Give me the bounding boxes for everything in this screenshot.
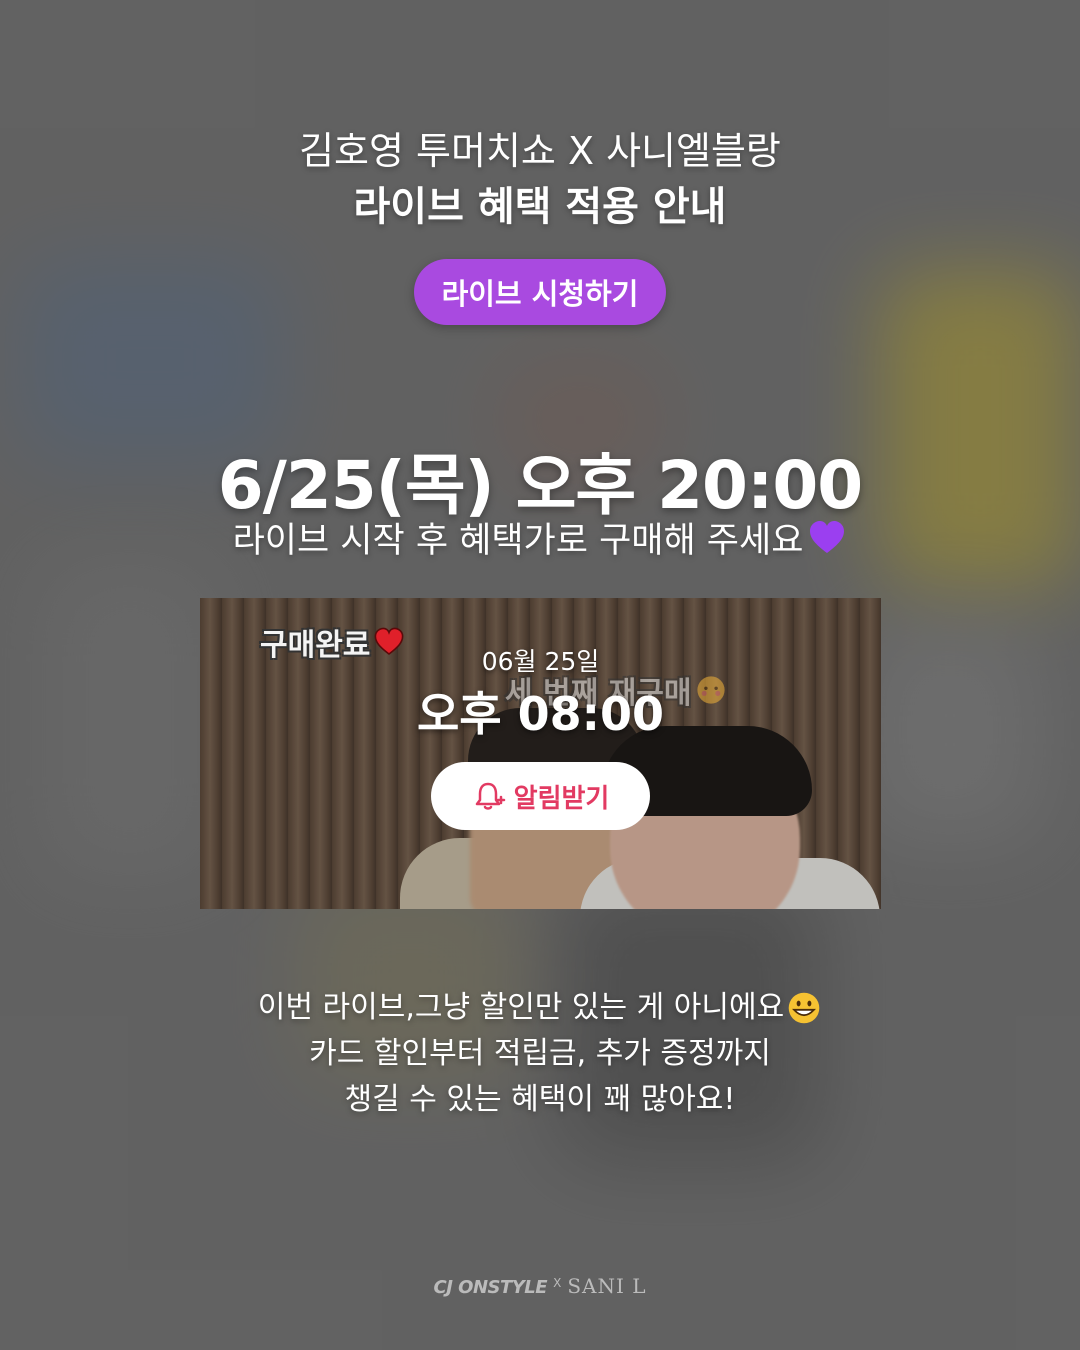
- page-title: 라이브 혜택 적용 안내: [353, 184, 727, 230]
- notify-me-label: 알림받기: [513, 783, 610, 814]
- description-line-3: 챙길 수 있는 혜택이 꽤 많아요!: [344, 1082, 736, 1117]
- brand-footer: CJ ONSTYLE X SANI L: [0, 1274, 1080, 1298]
- description-line-2: 카드 할인부터 적립금, 추가 증정까지: [309, 1036, 771, 1071]
- benefit-description: 이번 라이브,그냥 할인만 있는 게 아니에요 카드 할인부터 적립금, 추가 …: [0, 985, 1080, 1123]
- description-line-1: 이번 라이브,그냥 할인만 있는 게 아니에요: [257, 990, 785, 1025]
- live-note-text: 라이브 시작 후 혜택가로 구매해 주세요: [232, 521, 804, 561]
- grinning-face-icon: [788, 992, 820, 1024]
- broadcast-date: 06월 25일: [481, 647, 600, 676]
- cj-onstyle-logo: CJ ONSTYLE: [433, 1277, 548, 1298]
- watch-live-button[interactable]: 라이브 시청하기: [414, 259, 666, 325]
- purple-heart-icon: [810, 520, 845, 553]
- broadcast-time: 오후 08:00: [416, 687, 665, 741]
- brand-separator: X: [553, 1276, 562, 1290]
- live-note: 라이브 시작 후 혜택가로 구매해 주세요: [0, 512, 1080, 563]
- notify-me-button[interactable]: 알림받기: [431, 762, 650, 830]
- collab-title: 김호영 투머치쇼 X 사니엘블랑: [299, 129, 781, 173]
- sani-l-logo: SANI L: [567, 1274, 647, 1298]
- live-preview-card[interactable]: 구매완료 세 번째 재구매 06월 25일 오후 08:00 알림받기: [200, 598, 881, 909]
- bell-plus-icon: [475, 782, 505, 810]
